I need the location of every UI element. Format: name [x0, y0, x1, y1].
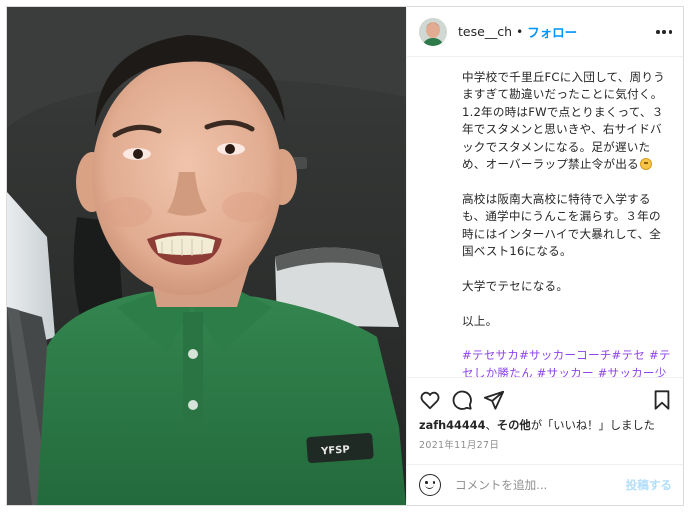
selfie-image: YFSP: [7, 7, 406, 505]
likes-suffix: が「いいね！」しました: [530, 419, 655, 432]
post-date[interactable]: 2021年11月27日: [419, 437, 499, 451]
heart-icon[interactable]: [419, 389, 441, 411]
post-photo[interactable]: YFSP: [7, 7, 406, 505]
post-comment-button[interactable]: 投稿する: [626, 477, 672, 493]
follow-button[interactable]: フォロー: [527, 22, 577, 41]
comment-icon[interactable]: [451, 389, 473, 411]
likes-connector: 、: [485, 419, 497, 432]
caption-paragraph: 大学でテセになる。: [462, 278, 569, 293]
likes-others-link[interactable]: その他: [497, 419, 531, 432]
upside-down-face-emoji-icon: [639, 158, 652, 171]
hashtag-links[interactable]: #テセサカ#サッカーコーチ#テセ #テセしか勝たん #サッカー #サッカー少年 …: [462, 347, 672, 377]
send-icon[interactable]: [483, 389, 505, 411]
header-separator: •: [516, 24, 524, 39]
emoji-icon[interactable]: [419, 474, 441, 496]
avatar[interactable]: [419, 17, 447, 46]
comment-input[interactable]: [455, 478, 626, 492]
post-header: tese__ch • フォロー: [407, 7, 683, 57]
comment-bar: 投稿する: [407, 464, 683, 505]
shirt-logo-text: YFSP: [320, 444, 350, 457]
more-horizontal-icon[interactable]: [656, 24, 672, 40]
bookmark-icon[interactable]: [651, 389, 673, 411]
avatar-image: [419, 17, 447, 46]
caption-paragraph: 高校は阪南大高校に特待で入学するも、通学中にうんこを漏らす。３年の時にはインター…: [462, 191, 662, 259]
post-side-panel: tese__ch • フォロー 中学校で千里丘FCに入団して、周りうますぎて勘違…: [406, 7, 683, 505]
username-link[interactable]: tese__ch: [458, 24, 512, 39]
instagram-post: YFSP tese__ch • フォロー 中学校で千里丘FCに入団して、周りうま…: [6, 6, 684, 506]
caption-paragraph: 以上。: [462, 313, 498, 328]
post-caption: 中学校で千里丘FCに入団して、周りうますぎて勘違いだったことに気付く。1.2年の…: [407, 57, 683, 377]
liker-username-link[interactable]: zafh44444: [419, 419, 485, 432]
caption-text: 中学校で千里丘FCに入団して、周りうますぎて勘違いだったことに気付く。1.2年の…: [462, 70, 665, 172]
likes-summary: zafh44444、その他が「いいね！」しました: [419, 417, 681, 433]
caption-paragraph: 中学校で千里丘FCに入団して、周りうますぎて勘違いだったことに気付く。1.2年の…: [462, 69, 672, 173]
